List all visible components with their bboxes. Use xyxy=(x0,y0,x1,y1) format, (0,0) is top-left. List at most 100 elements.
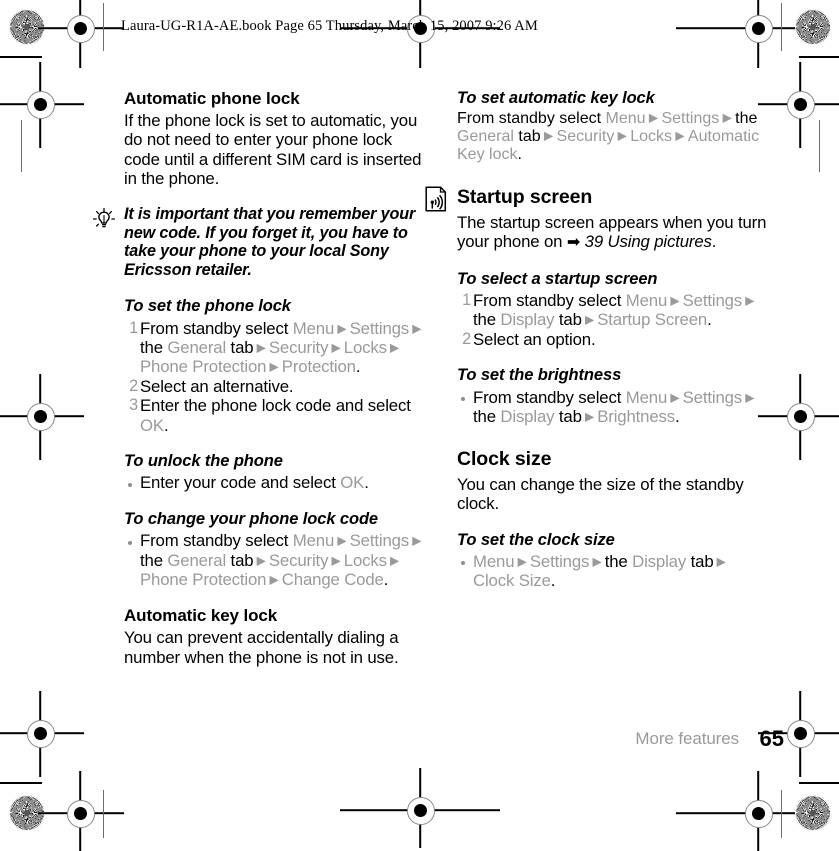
procedure-to-set-the-brightness: To set the brightness From standby selec… xyxy=(457,365,769,426)
heading-clock-size: Clock size xyxy=(457,448,552,471)
text-run: tab xyxy=(554,310,582,330)
path-separator-arrow-icon: ▶ xyxy=(672,128,688,143)
step-item: 1 From standby select Menu ▶ Settings ▶ t… xyxy=(462,291,769,330)
text-run: . xyxy=(517,146,522,164)
heading-to-set-automatic-key-lock: To set automatic key lock xyxy=(457,89,655,107)
right-text-column: To set automatic key lock From standby s… xyxy=(425,88,769,591)
ui-path-token: Settings xyxy=(349,531,410,551)
ui-path-token: Change Code xyxy=(281,569,384,589)
text-run: . xyxy=(364,473,369,493)
step-list-to-select-a-startup-screen: 1 From standby select Menu ▶ Settings ▶ t… xyxy=(462,291,769,349)
procedure-to-set-the-clock-size: To set the clock size Menu ▶ Settings ▶ … xyxy=(457,530,769,591)
crosshair-mark-bottom-center xyxy=(340,768,500,848)
text-run: the xyxy=(140,337,168,357)
step-number: 2 xyxy=(462,329,471,348)
step-list-to-set-the-clock-size: Menu ▶ Settings ▶ the Display tab ▶ Cloc… xyxy=(461,552,769,591)
crosshair-mark-bottom-left xyxy=(38,771,124,851)
path-separator-arrow-icon: ▶ xyxy=(253,553,269,568)
step-item: 2 Select an alternative. xyxy=(129,376,432,396)
step-number: 3 xyxy=(129,396,138,415)
text-run: . xyxy=(383,569,389,589)
text-run: Enter the phone lock code and select xyxy=(140,396,411,416)
step-item: From standby select Menu ▶ Settings ▶ th… xyxy=(128,531,432,589)
step-item: 1 From standby select Menu ▶ Settings ▶ t… xyxy=(129,319,432,377)
text-run: . xyxy=(163,415,169,435)
path-separator-arrow-icon: ▶ xyxy=(742,390,755,405)
ui-path-token: Security xyxy=(268,550,329,570)
tip-callout-phone-lock: It is important that you remember your n… xyxy=(92,204,432,281)
step-bullet-icon xyxy=(128,540,132,545)
path-separator-arrow-icon: ▶ xyxy=(514,554,530,569)
crosshair-mark-left-upper xyxy=(0,62,84,148)
ui-path-token: Menu xyxy=(625,387,668,407)
footer-page-number: 65 xyxy=(759,726,784,751)
procedure-to-set-automatic-key-lock: To set automatic key lock From standby s… xyxy=(457,88,769,164)
ui-path-token: Locks xyxy=(343,550,387,570)
path-separator-arrow-icon: ▶ xyxy=(742,293,755,308)
step-number: 1 xyxy=(462,291,471,310)
ui-path-token: Display xyxy=(632,552,687,572)
text-run: Enter your code and select xyxy=(140,473,341,493)
ui-path-token: Settings xyxy=(529,552,590,572)
ui-path-token: Display xyxy=(500,407,555,427)
step-list-to-change-your-phone-lock-code: From standby select Menu ▶ Settings ▶ th… xyxy=(128,531,432,589)
heading-to-select-a-startup-screen: To select a startup screen xyxy=(457,269,658,288)
text-run: the xyxy=(473,310,501,330)
text-run: From standby select xyxy=(140,531,293,551)
path-separator-arrow-icon: ▶ xyxy=(253,340,269,355)
text-run: tab xyxy=(226,337,254,357)
path-separator-arrow-icon: ▶ xyxy=(266,359,282,374)
path-separator-arrow-icon: ▶ xyxy=(540,128,557,143)
ui-path-token: Clock Size xyxy=(473,571,551,591)
path-separator-arrow-icon: ▶ xyxy=(667,293,683,308)
heading-automatic-key-lock: Automatic key lock xyxy=(124,606,278,626)
text-run: the xyxy=(473,407,501,427)
trim-rule-left-upper-horizontal xyxy=(0,56,42,58)
text-run: Select an alternative. xyxy=(140,376,294,396)
text-run: tab xyxy=(226,550,254,570)
text-run: tab xyxy=(513,128,541,146)
path-separator-arrow-icon: ▶ xyxy=(334,321,350,336)
ui-path-token: Security xyxy=(268,337,329,357)
crosshair-mark-bottom-right xyxy=(676,771,802,851)
procedure-to-set-the-phone-lock: To set the phone lock 1 From standby sele… xyxy=(124,296,432,435)
trim-rule-bottom-left-vertical xyxy=(103,790,104,838)
trim-rule-right-vertical xyxy=(819,120,820,172)
trim-rule-top-left-vertical xyxy=(103,3,104,51)
text-run: From standby select xyxy=(457,110,606,128)
text-run: Select an option. xyxy=(473,329,596,349)
text-run: the xyxy=(604,552,633,572)
step-list-to-unlock-the-phone: Enter your code and select OK. xyxy=(128,473,432,493)
ui-path-token: General xyxy=(167,337,227,357)
ui-path-token: Phone Protection xyxy=(140,569,267,589)
text-run: . xyxy=(355,357,361,377)
heading-to-set-the-clock-size: To set the clock size xyxy=(457,530,615,549)
text-run: . xyxy=(707,310,712,330)
step-bullet-icon xyxy=(461,397,465,402)
ui-path-token: Menu xyxy=(625,291,668,311)
step-item: From standby select Menu ▶ Settings ▶ th… xyxy=(461,387,769,427)
text-run: . xyxy=(675,407,680,427)
path-separator-arrow-icon: ▶ xyxy=(386,340,400,355)
crosshair-mark-top-left xyxy=(38,0,124,68)
step-number: 1 xyxy=(129,318,138,337)
path-separator-arrow-icon: ▶ xyxy=(614,128,631,143)
crosshair-mark-left-middle xyxy=(0,374,84,460)
procedure-to-change-your-phone-lock-code: To change your phone lock code From stan… xyxy=(124,509,432,590)
path-separator-arrow-icon: ▶ xyxy=(328,553,344,568)
step-item: Enter your code and select OK. xyxy=(128,473,432,493)
ui-path-token: Phone Protection xyxy=(140,357,267,377)
step-item: 2 Select an option. xyxy=(462,329,769,349)
ui-path-token: Protection xyxy=(281,357,356,377)
path-separator-arrow-icon: ▶ xyxy=(386,553,400,568)
heading-to-change-your-phone-lock-code: To change your phone lock code xyxy=(124,509,379,528)
tip-text-remember-code: It is important that you remember your n… xyxy=(124,204,416,280)
ui-path-token: OK xyxy=(140,415,164,435)
cross-reference-arrow-icon: ➡ xyxy=(566,234,581,252)
path-separator-arrow-icon: ▶ xyxy=(409,533,422,548)
body-automatic-phone-lock: If the phone lock is set to automatic, y… xyxy=(124,111,422,189)
body-startup-screen: The startup screen appears when you turn… xyxy=(457,213,769,253)
ui-path-token: Locks xyxy=(630,128,673,146)
text-run: . xyxy=(550,571,556,591)
body-clock-size: You can change the size of the standby c… xyxy=(457,474,744,514)
